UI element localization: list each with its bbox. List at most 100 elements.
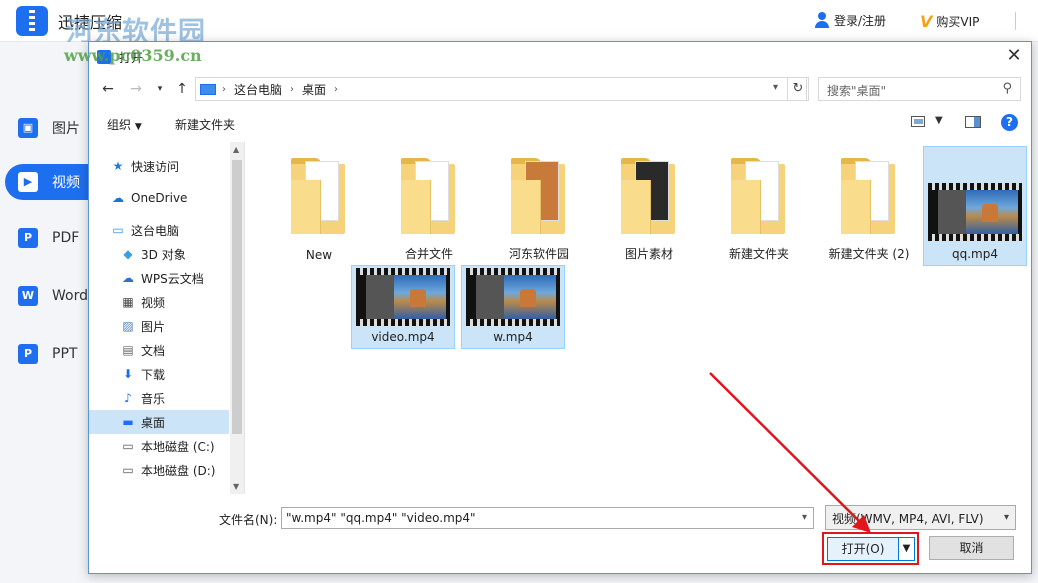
folder-icon xyxy=(401,158,455,234)
nav-item-3d-objects[interactable]: ◆ 3D 对象 xyxy=(121,242,186,266)
nav-label: WPS云文档 xyxy=(141,271,204,286)
nav-item-this-pc[interactable]: ▭ 这台电脑 xyxy=(111,218,179,242)
app-sidebar: ▣ 图片 ▶ 视频 P PDF W Word P PPT xyxy=(0,42,125,583)
drive-icon: ▭ xyxy=(122,463,134,477)
sidebar-item-pdf[interactable]: P PDF xyxy=(18,220,79,256)
address-dropdown-icon[interactable]: ▾ xyxy=(773,82,778,93)
folder-icon xyxy=(291,158,345,234)
scroll-up-icon[interactable]: ▲ xyxy=(233,145,239,154)
nav-label: 音乐 xyxy=(141,391,166,406)
file-item-folder[interactable]: 新建文件夹 (2) xyxy=(817,146,921,266)
refresh-icon[interactable]: ↻ xyxy=(787,77,809,101)
view-mode-icon[interactable] xyxy=(911,116,925,127)
nav-item-music[interactable]: ♪ 音乐 xyxy=(121,386,165,410)
nav-item-desktop[interactable]: ▬ 桌面 xyxy=(89,410,229,434)
buy-vip-button[interactable]: V 购买VIP xyxy=(920,12,979,31)
nav-label: 图片 xyxy=(141,319,166,334)
scrollbar-thumb[interactable] xyxy=(232,160,242,434)
file-name: New xyxy=(305,248,333,262)
preview-pane-icon[interactable] xyxy=(965,116,981,128)
file-item-video[interactable]: w.mp4 xyxy=(461,265,565,349)
file-name: video.mp4 xyxy=(371,330,435,344)
folder-icon xyxy=(731,158,785,234)
chevron-right-icon: › xyxy=(222,83,226,95)
filename-input[interactable]: "w.mp4" "qq.mp4" "video.mp4" xyxy=(281,507,814,529)
nav-label: OneDrive xyxy=(131,191,188,205)
nav-item-wps-cloud[interactable]: ☁ WPS云文档 xyxy=(121,266,204,290)
file-item-folder[interactable]: 图片素材 xyxy=(597,146,701,266)
ppt-icon: P xyxy=(18,344,38,364)
close-button[interactable]: ✕ xyxy=(997,42,1031,72)
chevron-down-icon: ▾ xyxy=(1003,512,1009,523)
file-item-folder[interactable]: 河东软件园 xyxy=(487,146,591,266)
nav-item-pictures[interactable]: ▨ 图片 xyxy=(121,314,165,338)
scroll-down-icon[interactable]: ▼ xyxy=(233,482,239,491)
picture-icon: ▨ xyxy=(122,319,134,333)
user-icon xyxy=(814,12,830,29)
nav-item-drive-d[interactable]: ▭ 本地磁盘 (D:) xyxy=(121,458,215,482)
nav-item-drive-c[interactable]: ▭ 本地磁盘 (C:) xyxy=(121,434,215,458)
nav-item-videos[interactable]: ▦ 视频 xyxy=(121,290,165,314)
vip-label: 购买VIP xyxy=(936,15,980,29)
cube-icon: ◆ xyxy=(123,247,133,261)
cancel-button[interactable]: 取消 xyxy=(929,536,1014,560)
help-icon[interactable]: ? xyxy=(1001,114,1018,131)
nav-scrollbar[interactable]: ▲ ▼ xyxy=(230,142,244,494)
file-item-video[interactable]: video.mp4 xyxy=(351,265,455,349)
file-name: 河东软件园 xyxy=(508,247,569,261)
back-arrow-icon[interactable]: ← xyxy=(97,78,119,100)
file-item-video[interactable]: qq.mp4 xyxy=(923,146,1027,266)
login-button[interactable]: 登录/注册 xyxy=(814,12,886,29)
cloud-doc-icon: ☁ xyxy=(122,271,134,285)
nav-item-downloads[interactable]: ⬇ 下载 xyxy=(121,362,165,386)
sidebar-label: PDF xyxy=(52,230,80,246)
organize-label: 组织 xyxy=(107,118,132,132)
filetype-select[interactable]: 视频(WMV, MP4, AVI, FLV) ▾ xyxy=(825,505,1016,530)
video-icon: ▶ xyxy=(18,172,38,192)
nav-item-documents[interactable]: ▤ 文档 xyxy=(121,338,165,362)
dialog-toolbar: 组织 ▼ 新建文件夹 ▼ ? xyxy=(89,110,1031,136)
sidebar-item-ppt[interactable]: P PPT xyxy=(18,336,77,372)
highlight-box xyxy=(822,532,919,565)
nav-label: 这台电脑 xyxy=(131,223,180,238)
sidebar-label: PPT xyxy=(52,346,78,362)
sidebar-label: 视频 xyxy=(52,175,80,191)
chevron-down-icon: ▼ xyxy=(134,122,142,132)
nav-label: 下载 xyxy=(141,367,166,382)
forward-arrow-icon[interactable]: → xyxy=(125,78,147,100)
nav-label: 本地磁盘 (C:) xyxy=(141,439,215,454)
up-arrow-icon[interactable]: ↑ xyxy=(171,78,193,100)
breadcrumb-desktop[interactable]: 桌面 xyxy=(302,81,326,98)
search-icon: ⚲ xyxy=(1002,81,1012,96)
search-input[interactable]: 搜索"桌面" ⚲ xyxy=(818,77,1021,101)
image-icon: ▣ xyxy=(18,118,38,138)
recent-chevron-icon[interactable]: ▾ xyxy=(149,78,171,100)
breadcrumb-this-pc[interactable]: 这台电脑 xyxy=(234,81,282,98)
nav-item-onedrive[interactable]: ☁ OneDrive xyxy=(111,186,187,210)
organize-menu[interactable]: 组织 ▼ xyxy=(107,116,142,133)
file-item-folder[interactable]: 合并文件 xyxy=(377,146,481,266)
drive-icon: ▭ xyxy=(122,439,134,453)
file-list: New 合并文件 河东软件园 图片素材 新建文件夹 新建文件夹 (2) qq.m… xyxy=(247,142,1033,494)
address-bar[interactable]: › 这台电脑 › 桌面 › xyxy=(195,77,807,101)
nav-label: 3D 对象 xyxy=(141,247,186,262)
view-dropdown-icon[interactable]: ▼ xyxy=(935,115,943,126)
nav-label: 本地磁盘 (D:) xyxy=(141,463,216,478)
app-logo-icon xyxy=(16,6,48,36)
sidebar-item-image[interactable]: ▣ 图片 xyxy=(18,110,80,146)
nav-label: 文档 xyxy=(141,343,166,358)
login-label: 登录/注册 xyxy=(834,14,887,28)
nav-item-quick-access[interactable]: ★ 快速访问 xyxy=(111,154,179,178)
file-item-folder[interactable]: New xyxy=(267,146,371,266)
filename-label: 文件名(N): xyxy=(219,513,278,527)
filename-dropdown-icon[interactable]: ▾ xyxy=(802,512,807,523)
folder-icon xyxy=(841,158,895,234)
file-name: w.mp4 xyxy=(493,330,533,344)
new-folder-button[interactable]: 新建文件夹 xyxy=(175,116,235,133)
open-file-dialog: 打开 ✕ ← → ▾ ↑ › 这台电脑 › 桌面 › ▾ ↻ 搜索"桌面" ⚲ … xyxy=(88,41,1032,574)
video-thumbnail-icon xyxy=(928,183,1022,241)
dialog-titlebar: 打开 ✕ xyxy=(89,42,1031,72)
film-icon: ▦ xyxy=(122,295,134,309)
sidebar-item-word[interactable]: W Word xyxy=(18,278,88,314)
file-item-folder[interactable]: 新建文件夹 xyxy=(707,146,811,266)
